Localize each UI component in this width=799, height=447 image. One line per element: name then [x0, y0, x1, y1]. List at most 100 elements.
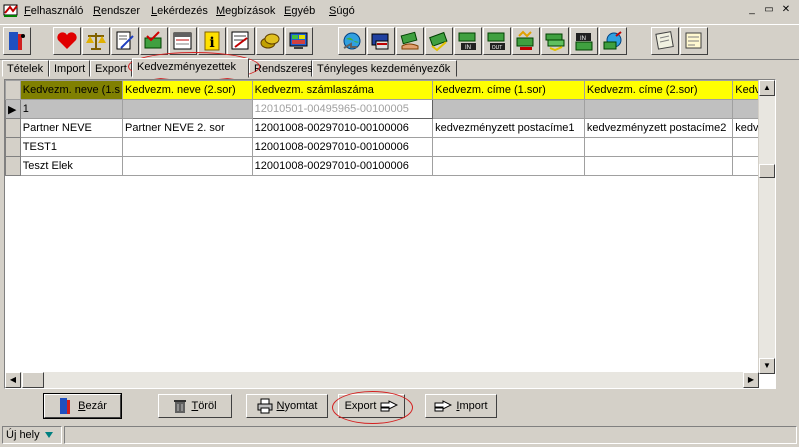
horizontal-scrollbar[interactable]: ◀ ▶ [5, 372, 759, 388]
in-arrow-icon: IN [575, 33, 593, 51]
row-indicator-header [5, 80, 21, 100]
money-out-button[interactable]: OUT [483, 27, 511, 55]
scroll-down-icon[interactable]: ▼ [759, 358, 775, 374]
table-cell[interactable]: kedvezményzett postacíme1 [432, 118, 585, 138]
status-panel [64, 426, 797, 444]
column-header[interactable]: Kedvezm. címe (1.sor) [432, 80, 585, 100]
table-cell[interactable]: TEST1 [19, 137, 124, 157]
table-cell[interactable]: Partner NEVE 2. sor [122, 118, 253, 138]
coins-icon [260, 33, 280, 49]
table-cell[interactable]: Teszt Elek [19, 156, 124, 176]
computer-grid-button[interactable] [285, 27, 313, 55]
table-cell[interactable]: Partner NEVE [19, 118, 124, 138]
vertical-scrollbar[interactable]: ▲ ▼ [758, 80, 775, 374]
new-place-label: Új hely [6, 429, 40, 441]
action-buttons: Bezár Töröl Nyomtat Export Import [0, 390, 799, 422]
document-pen-button[interactable] [111, 27, 139, 55]
row-indicator [5, 137, 21, 157]
coins-button[interactable] [256, 27, 284, 55]
import-button[interactable]: Import [425, 394, 497, 418]
tab-export[interactable]: Export [90, 60, 132, 77]
close-window-button[interactable]: ✕ [779, 4, 793, 17]
money-stack-button[interactable] [541, 27, 569, 55]
table-row[interactable]: TEST1 12001008-00297010-00100006 [5, 137, 775, 157]
money-stack-icon [545, 33, 565, 52]
scroll-left-icon[interactable]: ◀ [5, 372, 21, 388]
status-bar: Új hely [0, 424, 799, 447]
money-hand-icon [400, 31, 419, 50]
table-cell[interactable] [432, 99, 585, 119]
notepad-button[interactable] [680, 27, 708, 55]
pointing-hand-icon [380, 400, 399, 412]
table-cell[interactable] [583, 156, 734, 176]
table-cell[interactable] [122, 156, 253, 176]
table-cell[interactable]: 12001008-00297010-00100006 [251, 118, 434, 138]
table-row[interactable]: ▶ 1 12010501-00495965-00100005 [5, 99, 775, 119]
menu-megbizasok[interactable]: Megbízások [216, 5, 275, 17]
menu-rendszer[interactable]: Rendszer [93, 5, 140, 17]
table-row[interactable]: Teszt Elek 12001008-00297010-00100006 [5, 156, 775, 176]
door-exit-button[interactable] [3, 27, 31, 55]
money-hand-button[interactable] [396, 27, 424, 55]
tab-strip: Tételek Import Export Kedvezményezettek … [0, 58, 799, 78]
money-in-button[interactable]: IN [454, 27, 482, 55]
new-place-status[interactable]: Új hely [2, 426, 62, 444]
money-check-button[interactable] [140, 27, 168, 55]
door-exit-icon [9, 32, 25, 50]
table-cell[interactable] [583, 99, 734, 119]
door-exit-icon [60, 398, 71, 414]
calendar-button[interactable] [169, 27, 197, 55]
table-cell[interactable]: 12001008-00297010-00100006 [251, 137, 434, 157]
scales-icon [86, 33, 106, 50]
table-cell[interactable]: kedvezményzett postacíme2 [583, 118, 734, 138]
column-header[interactable]: Kedvezm. számlaszáma [251, 80, 434, 100]
table-cell[interactable] [432, 137, 585, 157]
tab-tenyleges-kezdemenyezok[interactable]: Tényleges kezdeményezők [312, 60, 457, 77]
toolbar: i IN OUT IN [0, 24, 799, 60]
minimize-button[interactable]: _ [745, 4, 759, 17]
menu-lekerdezes[interactable]: Lekérdezés [151, 5, 208, 17]
scroll-right-icon[interactable]: ▶ [743, 372, 759, 388]
tab-rendszeres[interactable]: Rendszeres [249, 60, 313, 77]
heart-button[interactable] [53, 27, 81, 55]
vertical-scroll-thumb[interactable] [759, 164, 775, 178]
table-cell-editing[interactable]: 12010501-00495965-00100005 [251, 99, 434, 119]
table-cell[interactable] [122, 137, 253, 157]
table-cell[interactable] [583, 137, 734, 157]
scroll-up-icon[interactable]: ▲ [759, 80, 775, 96]
in-arrow-button[interactable]: IN [570, 27, 598, 55]
table-cell[interactable]: 1 [19, 99, 124, 119]
menu-felhasznalo[interactable]: Felhasználó [24, 5, 83, 17]
globe-arrow-button[interactable] [338, 27, 366, 55]
info-button[interactable]: i [198, 27, 226, 55]
table-cell[interactable]: 12001008-00297010-00100006 [251, 156, 434, 176]
money-signal-button[interactable] [512, 27, 540, 55]
table-cell[interactable] [432, 156, 585, 176]
menu-sugo[interactable]: Súgó [329, 5, 355, 17]
column-header[interactable]: Kedvezm. címe (2.sor) [583, 80, 734, 100]
close-button[interactable]: Bezár [43, 393, 122, 419]
table-cell[interactable] [122, 99, 253, 119]
column-header[interactable]: Kedvezm. neve (2.sor) [122, 80, 253, 100]
tab-tetelek[interactable]: Tételek [2, 60, 49, 77]
print-button[interactable]: Nyomtat [246, 394, 328, 418]
money-check-icon [144, 31, 162, 49]
money-green-button[interactable] [425, 27, 453, 55]
tab-import[interactable]: Import [49, 60, 90, 77]
document-list-icon [231, 31, 249, 50]
column-header[interactable]: Kedvezm. neve (1.s [19, 80, 124, 100]
scales-button[interactable] [82, 27, 110, 55]
money-globe-button[interactable] [599, 27, 627, 55]
monitor-card-button[interactable] [367, 27, 395, 55]
export-button[interactable]: Export [338, 394, 405, 418]
delete-button[interactable]: Töröl [158, 394, 232, 418]
table-row[interactable]: Partner NEVE Partner NEVE 2. sor 1200100… [5, 118, 775, 138]
menu-egyeb[interactable]: Egyéb [284, 5, 315, 17]
calendar-icon [173, 32, 192, 50]
notebook-button[interactable] [651, 27, 679, 55]
document-list-button[interactable] [227, 27, 255, 55]
horizontal-scroll-thumb[interactable] [22, 372, 44, 388]
app-icon[interactable] [3, 3, 19, 18]
tab-kedvezmenyezettek[interactable]: Kedvezményezettek [132, 58, 249, 78]
restore-button[interactable]: ▭ [762, 4, 776, 17]
